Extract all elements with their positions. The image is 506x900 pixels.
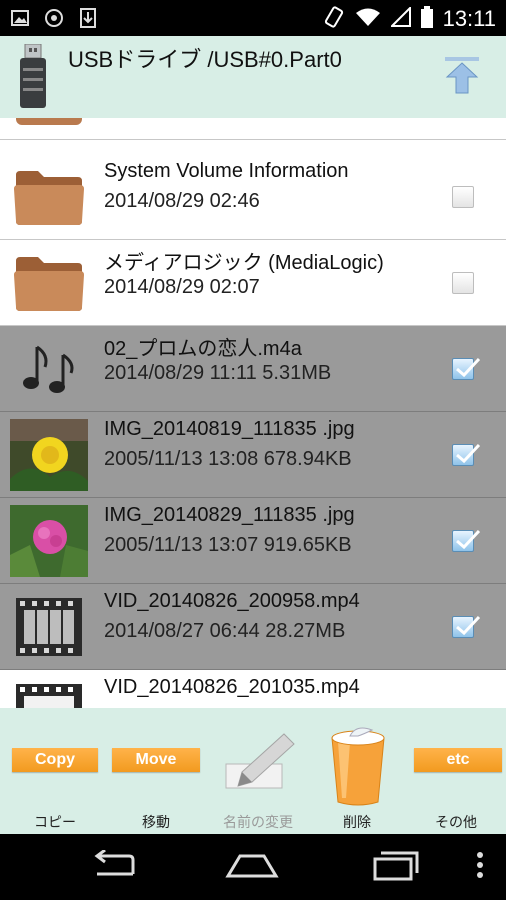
action-toolbar: Copy コピー Move 移動 名前の変更 削除 etc その他: [0, 708, 506, 834]
back-button[interactable]: [86, 848, 142, 886]
list-item[interactable]: VID_20140826_201035.mp4: [0, 670, 506, 708]
status-bar: 13:11: [0, 0, 506, 36]
rotate-icon: [323, 6, 345, 32]
file-name: メディアロジック (MediaLogic): [104, 252, 384, 274]
recent-apps-button[interactable]: [368, 848, 424, 886]
file-meta: 2005/11/13 13:07 919.65KB: [104, 534, 352, 556]
up-folder-button[interactable]: [442, 57, 482, 99]
rename-label: 名前の変更: [223, 815, 293, 831]
etc-label: その他: [435, 815, 477, 831]
move-action[interactable]: Move 移動: [110, 708, 202, 834]
recent-apps-icon: [371, 849, 421, 885]
list-item[interactable]: VID_20140826_200958.mp4 2014/08/27 06:44…: [0, 584, 506, 670]
file-name: IMG_20140819_111835 .jpg: [104, 418, 355, 440]
file-list[interactable]: System Volume Information 2014/08/29 02:…: [0, 118, 506, 708]
list-item[interactable]: メディアロジック (MediaLogic) 2014/08/29 02:07: [0, 240, 506, 326]
delete-action[interactable]: 削除: [314, 708, 400, 834]
file-meta: 2014/08/29 02:07: [104, 276, 260, 298]
folder-icon: [10, 247, 88, 319]
image-thumbnail: [10, 419, 88, 491]
move-button[interactable]: Move: [112, 748, 200, 772]
etc-action[interactable]: etc その他: [410, 708, 502, 834]
file-checkbox[interactable]: [452, 443, 481, 466]
list-item[interactable]: 02_プロムの恋人.m4a 2014/08/29 11:11 5.31MB: [0, 326, 506, 412]
file-checkbox[interactable]: [452, 615, 481, 638]
signal-icon: [389, 5, 411, 31]
move-label: 移動: [142, 815, 170, 831]
more-vertical-icon: [476, 850, 484, 884]
file-name: VID_20140826_200958.mp4: [104, 590, 360, 612]
page-title: USBドライブ /USB#0.Part0: [68, 47, 342, 72]
chrome-icon: [44, 8, 64, 28]
image-thumbnail: [10, 505, 88, 577]
rename-action[interactable]: 名前の変更: [212, 708, 304, 834]
overflow-menu-button[interactable]: [470, 848, 490, 886]
file-name: System Volume Information: [104, 160, 349, 182]
film-strip-icon: [10, 591, 88, 663]
delete-label: 削除: [343, 815, 371, 831]
copy-button[interactable]: Copy: [12, 748, 98, 772]
pencil-icon: [222, 726, 302, 798]
folder-icon: [10, 161, 88, 233]
file-checkbox[interactable]: [452, 529, 481, 552]
list-item[interactable]: System Volume Information 2014/08/29 02:…: [0, 154, 506, 240]
gallery-icon: [10, 8, 30, 28]
file-checkbox[interactable]: [452, 357, 481, 380]
battery-icon: [420, 6, 433, 32]
list-item[interactable]: [0, 118, 506, 140]
copy-action[interactable]: Copy コピー: [10, 708, 100, 834]
folder-icon: [10, 118, 88, 133]
app-header: USBドライブ /USB#0.Part0: [0, 36, 506, 118]
navigation-bar: [0, 834, 506, 900]
wifi-icon: [355, 7, 381, 31]
music-note-icon: [10, 333, 88, 405]
file-name: IMG_20140829_111835 .jpg: [104, 504, 355, 526]
file-name: 02_プロムの恋人.m4a: [104, 338, 302, 360]
file-meta: 2014/08/27 06:44 28.27MB: [104, 620, 346, 642]
file-checkbox[interactable]: [452, 186, 474, 208]
list-item[interactable]: IMG_20140819_111835 .jpg 2005/11/13 13:0…: [0, 412, 506, 498]
file-meta: 2014/08/29 11:11 5.31MB: [104, 362, 332, 384]
file-checkbox[interactable]: [452, 272, 474, 294]
file-meta: 2014/08/29 02:46: [104, 190, 260, 212]
film-strip-icon: [10, 677, 88, 708]
download-icon: [78, 8, 98, 28]
home-icon: [224, 850, 280, 884]
copy-label: コピー: [34, 815, 76, 831]
etc-button[interactable]: etc: [414, 748, 502, 772]
trash-icon: [328, 722, 388, 810]
home-button[interactable]: [222, 848, 282, 886]
file-meta: 2005/11/13 13:08 678.94KB: [104, 448, 352, 470]
list-item[interactable]: IMG_20140829_111835 .jpg 2005/11/13 13:0…: [0, 498, 506, 584]
file-name: VID_20140826_201035.mp4: [104, 676, 360, 698]
clock: 13:11: [442, 6, 496, 31]
back-icon: [89, 848, 139, 884]
up-arrow-icon: [445, 57, 479, 99]
usb-drive-icon: [18, 43, 48, 110]
